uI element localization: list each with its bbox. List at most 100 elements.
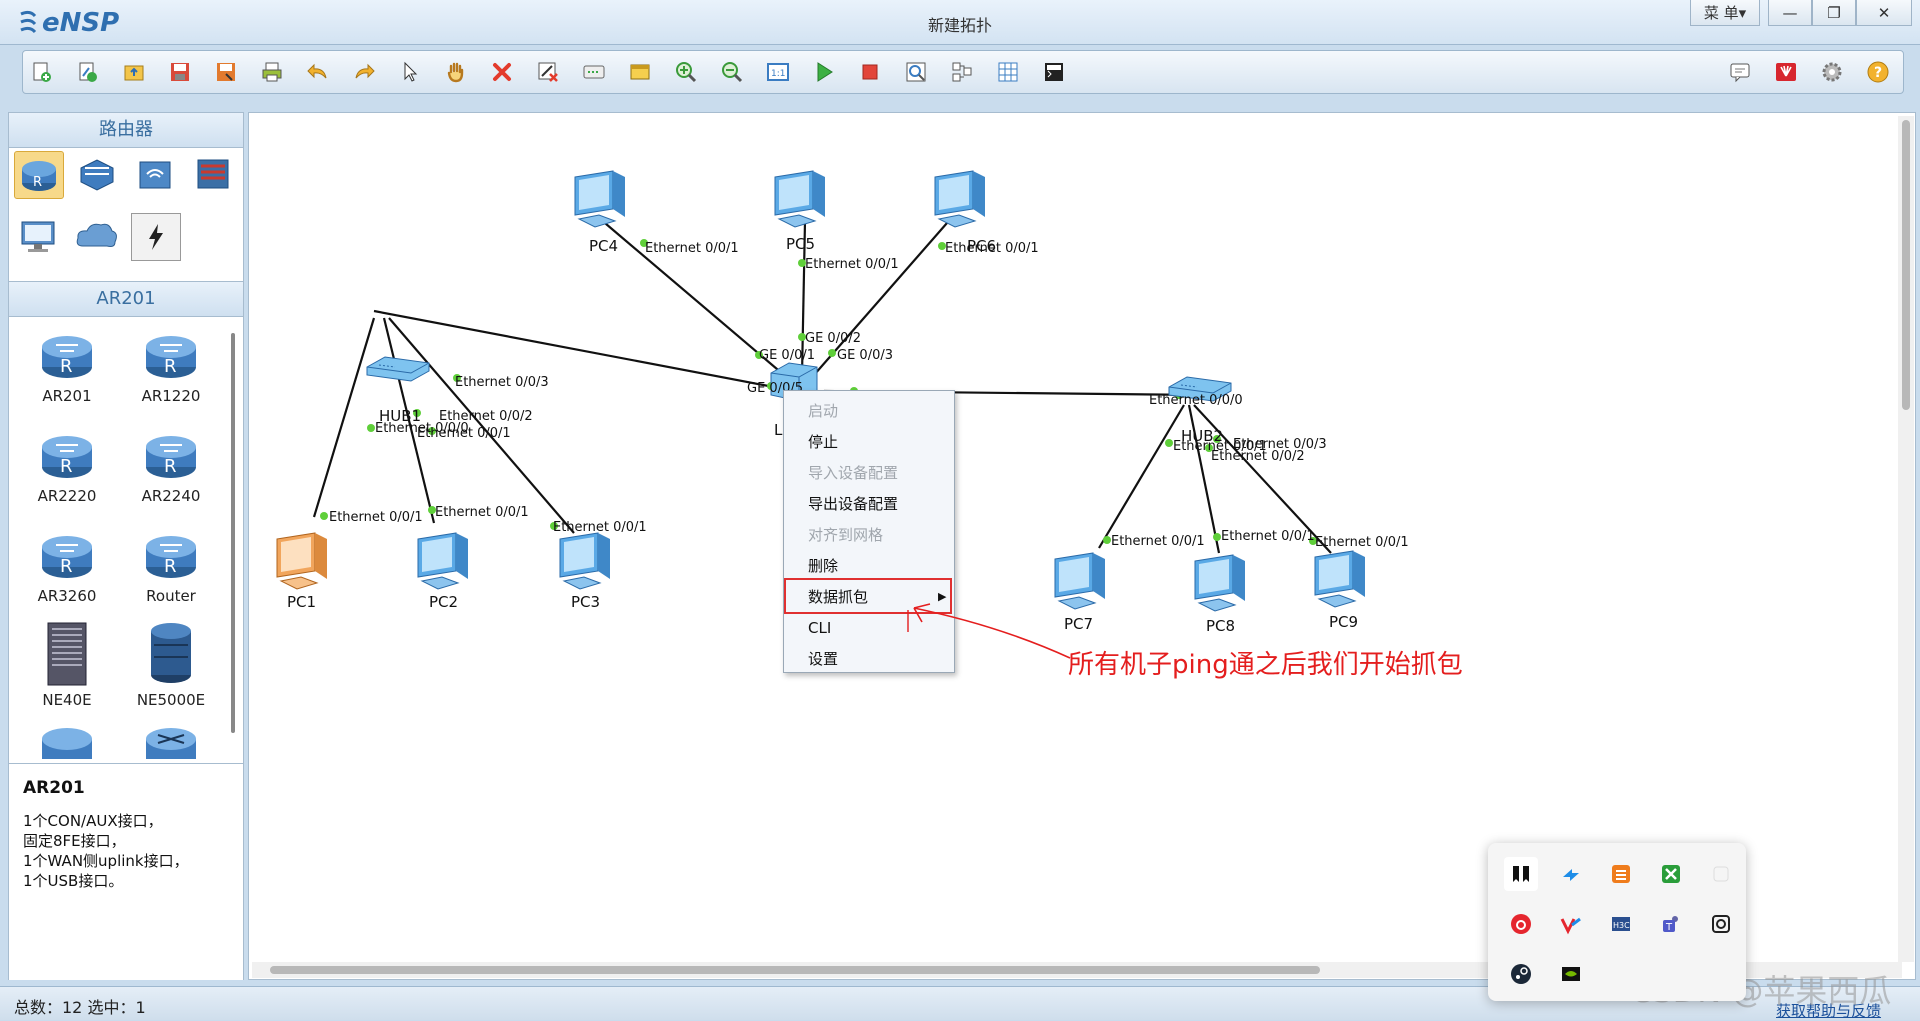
- topology-icon[interactable]: [947, 58, 977, 86]
- pc8-label: PC8: [1206, 617, 1236, 635]
- svg-text:H3C: H3C: [1613, 921, 1630, 930]
- menu-item-align-grid: 对齐到网格: [808, 526, 884, 544]
- canvas-vscroll-thumb[interactable]: [1902, 120, 1910, 410]
- device-router[interactable]: R Router: [121, 527, 221, 605]
- device-ar2240[interactable]: R AR2240: [121, 427, 221, 505]
- palette-icon[interactable]: [625, 58, 655, 86]
- device-partial-1[interactable]: [17, 719, 117, 759]
- huawei-icon[interactable]: [1771, 58, 1801, 86]
- canvas-hscroll-thumb[interactable]: [270, 966, 1320, 974]
- grid-icon[interactable]: [993, 58, 1023, 86]
- delete-icon[interactable]: [487, 58, 517, 86]
- device-ne5000e[interactable]: NE5000E: [121, 621, 221, 709]
- cloud-category-icon[interactable]: [73, 213, 121, 259]
- wireless-category-icon[interactable]: [131, 151, 179, 197]
- select-icon[interactable]: [395, 58, 425, 86]
- menu-item-delete[interactable]: 删除: [784, 551, 954, 581]
- sublime-icon[interactable]: [1604, 857, 1638, 891]
- firewall-category-icon[interactable]: [189, 151, 237, 197]
- pc1-icon: [276, 532, 327, 590]
- netease-music-icon[interactable]: [1504, 907, 1538, 941]
- minimize-button[interactable]: —: [1768, 0, 1812, 26]
- description-line: 固定8FE接口，: [23, 832, 126, 850]
- annotation-text: 所有机子ping通之后我们开始抓包: [1068, 650, 1463, 680]
- notion-icon[interactable]: [1504, 857, 1538, 891]
- device-ar3260[interactable]: R AR3260: [17, 527, 117, 605]
- settings-icon[interactable]: [1817, 58, 1847, 86]
- teams-icon[interactable]: T: [1654, 907, 1688, 941]
- zoom-out-icon[interactable]: [717, 58, 747, 86]
- terminal-icon[interactable]: [1039, 58, 1069, 86]
- description-line: 1个WAN侧uplink接口，: [23, 852, 189, 870]
- device-ar2220[interactable]: R AR2220: [17, 427, 117, 505]
- zoom-in-icon[interactable]: [671, 58, 701, 86]
- device-ar1220[interactable]: R AR1220: [121, 327, 221, 405]
- pc2-label: PC2: [429, 593, 459, 611]
- new-example-icon[interactable]: [73, 58, 103, 86]
- nvidia-icon[interactable]: [1554, 957, 1588, 991]
- port-label: Ethernet 0/0/1: [329, 510, 423, 525]
- device-partial-2[interactable]: [121, 719, 221, 759]
- pc4-label: PC4: [589, 237, 619, 255]
- start-icon[interactable]: [809, 58, 839, 86]
- h3c-icon[interactable]: H3C: [1604, 907, 1638, 941]
- model-title: AR201: [9, 281, 243, 317]
- steam-icon[interactable]: [1504, 957, 1538, 991]
- undo-icon[interactable]: [303, 58, 333, 86]
- status-text: 总数：12 选中：1: [14, 998, 146, 1017]
- save-icon[interactable]: [165, 58, 195, 86]
- svg-text:R: R: [60, 456, 73, 477]
- port-label: GE 0/0/1: [759, 348, 815, 363]
- svg-text:R: R: [60, 356, 73, 377]
- pc-category-icon[interactable]: [14, 213, 62, 259]
- core-router-icon: [146, 728, 196, 759]
- menu-item-stop[interactable]: 停止: [784, 427, 954, 457]
- capture-tool-icon[interactable]: [1704, 907, 1738, 941]
- svg-text:R: R: [164, 356, 177, 377]
- description-line: 1个USB接口。: [23, 872, 124, 890]
- router-icon: R: [146, 536, 196, 578]
- close-button[interactable]: ✕: [1856, 0, 1912, 26]
- print-icon[interactable]: [257, 58, 287, 86]
- capture-icon[interactable]: [901, 58, 931, 86]
- vmware-icon[interactable]: [1554, 907, 1588, 941]
- tencent-meeting-icon[interactable]: [1554, 857, 1588, 891]
- router-icon: R: [42, 336, 92, 378]
- chat-icon[interactable]: [1725, 58, 1755, 86]
- xbox-icon[interactable]: [1654, 857, 1688, 891]
- port-label: Ethernet 0/0/3: [455, 375, 549, 390]
- router-category-icon[interactable]: R: [14, 151, 64, 199]
- menu-item-export-config[interactable]: 导出设备配置: [784, 489, 954, 519]
- pc2-icon: [417, 532, 469, 590]
- port-label: Ethernet 0/0/1: [553, 520, 647, 535]
- add-text-icon[interactable]: [579, 58, 609, 86]
- fit-icon[interactable]: 1:1: [763, 58, 793, 86]
- category-title: 路由器: [9, 113, 243, 148]
- help-icon[interactable]: ?: [1863, 58, 1893, 86]
- menu-button[interactable]: 菜 单▾: [1690, 0, 1760, 26]
- switch-category-icon[interactable]: [73, 151, 121, 197]
- device-ar201[interactable]: R AR201: [17, 327, 117, 405]
- blank-icon[interactable]: [1704, 857, 1738, 891]
- lsw-label: L: [774, 421, 783, 439]
- svg-text:R: R: [60, 556, 73, 577]
- description-line: 1个CON/AUX接口，: [23, 812, 163, 830]
- hub1-icon: [366, 356, 430, 382]
- port-label: Ethernet 0/0/1: [1315, 535, 1409, 550]
- annotation-arrow: [907, 603, 1071, 659]
- pan-hand-icon[interactable]: [441, 58, 471, 86]
- core-router-icon: [42, 728, 92, 759]
- port-label: Ethernet 0/0/1: [645, 241, 739, 256]
- redo-icon[interactable]: [349, 58, 379, 86]
- save-as-icon[interactable]: [211, 58, 241, 86]
- device-ne40e[interactable]: NE40E: [17, 621, 117, 709]
- device-list-scrollbar[interactable]: [231, 333, 235, 733]
- restore-button[interactable]: ❐: [1812, 0, 1856, 26]
- link-category-icon[interactable]: [131, 213, 181, 261]
- pc4-icon: [574, 170, 626, 228]
- svg-text:1:1: 1:1: [771, 69, 785, 79]
- open-icon[interactable]: [119, 58, 149, 86]
- new-topology-icon[interactable]: [27, 58, 57, 86]
- stop-icon[interactable]: [855, 58, 885, 86]
- delete-link-icon[interactable]: [533, 58, 563, 86]
